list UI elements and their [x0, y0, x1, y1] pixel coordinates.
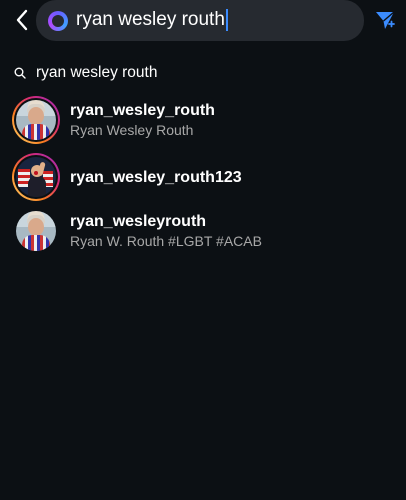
result-row[interactable]: ryan_wesleyrouth Ryan W. Routh #LGBT #AC…	[12, 206, 392, 256]
text-cursor	[225, 9, 228, 32]
avatar	[16, 211, 56, 251]
back-chevron-icon	[16, 9, 28, 31]
avatar	[16, 100, 56, 140]
avatar-story-ring[interactable]	[12, 153, 60, 201]
result-username: ryan_wesley_routh	[70, 102, 215, 119]
top-bar: ryan wesley routh	[0, 0, 406, 42]
avatar-story-ring[interactable]	[12, 96, 60, 144]
search-icon	[14, 67, 26, 79]
send-button[interactable]	[374, 9, 396, 31]
suggestion-text: ryan wesley routh	[36, 64, 158, 81]
avatar-wrap[interactable]	[12, 207, 60, 255]
avatar	[16, 157, 56, 197]
search-suggestion[interactable]: ryan wesley routh	[14, 60, 157, 86]
search-input[interactable]: ryan wesley routh	[76, 9, 228, 32]
result-fullname: Ryan Wesley Routh	[70, 122, 194, 138]
result-username: ryan_wesley_routh123	[70, 168, 242, 186]
result-username: ryan_wesleyrouth	[70, 213, 207, 230]
search-query-text: ryan wesley routh	[76, 9, 225, 31]
back-button[interactable]	[10, 6, 34, 34]
send-icon	[376, 11, 395, 29]
search-field[interactable]: ryan wesley routh	[36, 0, 364, 41]
result-fullname: Ryan W. Routh #LGBT #ACAB	[70, 233, 262, 249]
result-row[interactable]: ryan_wesley_routh Ryan Wesley Routh	[12, 95, 392, 145]
meta-ai-ring-icon[interactable]	[48, 10, 68, 31]
result-row[interactable]: ryan_wesley_routh123	[12, 152, 392, 202]
